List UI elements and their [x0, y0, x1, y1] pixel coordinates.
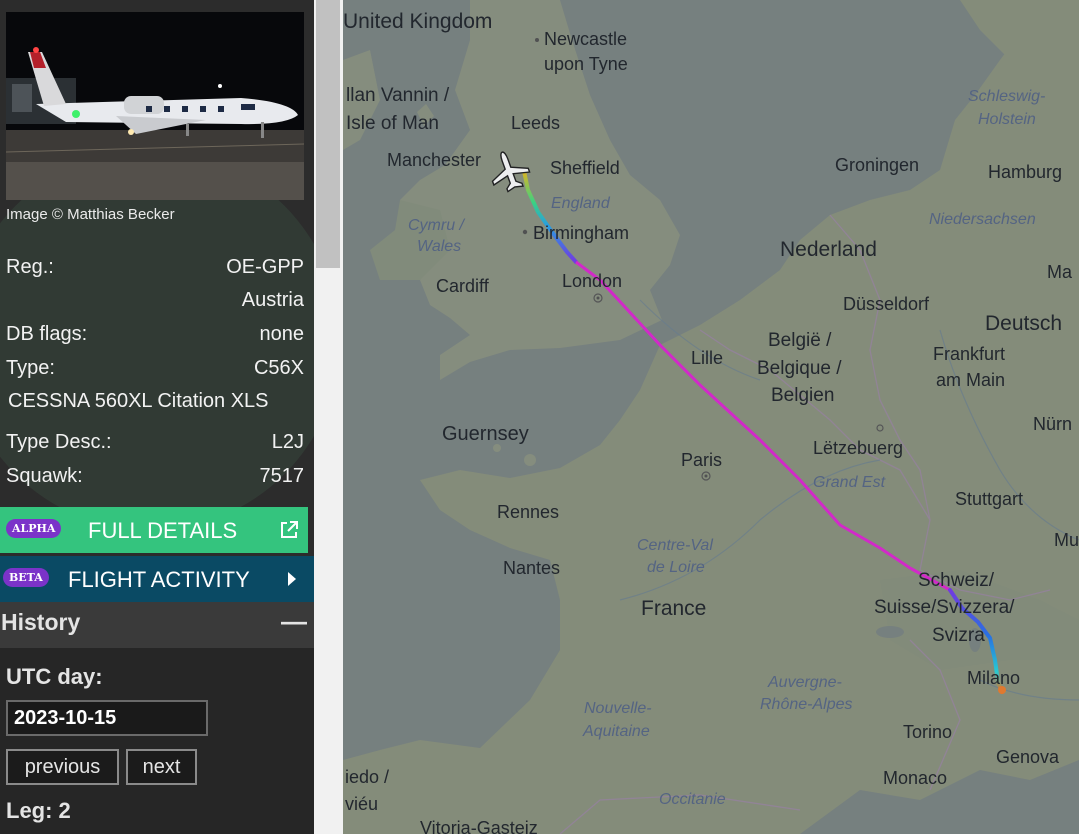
collapse-icon[interactable]: —	[281, 606, 307, 637]
alpha-badge: ALPHA	[6, 519, 62, 538]
utc-day-label: UTC day:	[6, 664, 103, 689]
history-title: History	[1, 609, 81, 635]
country-value: Austria	[241, 289, 304, 311]
squawk-value: 7517	[259, 465, 305, 487]
aircraft-photo-image	[6, 12, 304, 200]
typedesc-row: Type Desc.: L2J	[6, 431, 304, 457]
reg-row: Reg.: OE-GPP	[6, 256, 304, 282]
typedesc-value: L2J	[271, 431, 304, 453]
utc-date-input[interactable]	[6, 700, 208, 736]
full-details-button[interactable]: ALPHA FULL DETAILS	[0, 507, 308, 553]
history-header[interactable]: History —	[0, 602, 314, 648]
external-link-icon	[281, 521, 298, 538]
next-button[interactable]: next	[126, 749, 197, 785]
dbflags-row: DB flags: none	[6, 323, 304, 349]
dbflags-value: none	[259, 323, 305, 345]
flight-activity-button[interactable]: BETA FLIGHT ACTIVITY	[0, 556, 314, 602]
aircraft-info-sidebar: Image © Matthias Becker Reg.: OE-GPP Aus…	[0, 0, 314, 834]
type-label: Type:	[6, 357, 55, 379]
dbflags-label: DB flags:	[6, 323, 88, 345]
scrollbar-thumb[interactable]	[316, 0, 340, 268]
country-row: Austria	[6, 289, 304, 315]
type-value: C56X	[253, 357, 304, 379]
squawk-label: Squawk:	[6, 465, 83, 487]
beta-badge: BETA	[3, 568, 49, 587]
leg-label: Leg: 2	[6, 798, 71, 823]
previous-button[interactable]: previous	[6, 749, 119, 785]
aircraft-photo[interactable]	[6, 12, 304, 200]
flight-activity-label: FLIGHT ACTIVITY	[68, 567, 250, 592]
reg-value: OE-GPP	[226, 256, 304, 278]
flight-map[interactable]: United Kingdom France Nederland Deutsch …	[343, 0, 1079, 834]
type-full-name: CESSNA 560XL Citation XLS	[8, 390, 269, 412]
reg-label: Reg.:	[6, 256, 54, 278]
typedesc-label: Type Desc.:	[6, 431, 112, 453]
squawk-row: Squawk: 7517	[6, 465, 304, 491]
map-canvas: United Kingdom France Nederland Deutsch …	[343, 0, 1079, 834]
chevron-right-icon	[288, 572, 296, 586]
type-row: Type: C56X	[6, 357, 304, 383]
full-details-label: FULL DETAILS	[88, 518, 238, 543]
photo-credit: Image © Matthias Becker	[6, 206, 175, 223]
